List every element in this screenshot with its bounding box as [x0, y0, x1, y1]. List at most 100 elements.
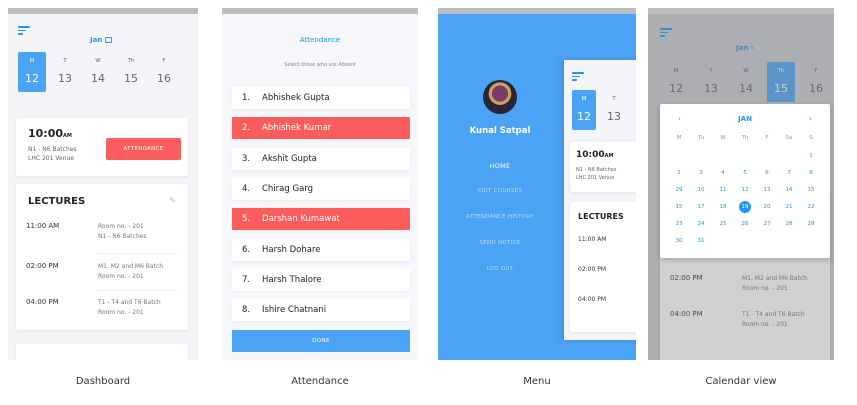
lecture-info-line: M1, M2 and M6 Batch — [98, 263, 164, 270]
student-row[interactable]: 5. Darshan Kumawat — [232, 208, 410, 230]
selected-day-marker: 19 — [739, 201, 751, 213]
menu-item-home[interactable]: HOME — [438, 162, 562, 170]
done-button[interactable]: DONE — [232, 330, 410, 352]
calendar-day[interactable]: 5 — [734, 167, 756, 179]
calendar-day[interactable]: 14 — [778, 184, 800, 196]
calendar-day[interactable]: 11 — [712, 184, 734, 196]
caption-calendar: Calendar view — [705, 376, 777, 387]
calendar-day[interactable]: 20 — [756, 201, 778, 213]
user-name: Kunal Satpal — [469, 126, 531, 136]
calendar-day[interactable]: 17 — [690, 201, 712, 213]
calendar-day[interactable]: 27 — [756, 218, 778, 230]
calendar-day[interactable]: 28 — [778, 218, 800, 230]
lecture-info: Room no. - 201 N1 - N6 Batches — [98, 222, 147, 242]
calendar-week-row: 15 17 18 19 20 21 22 — [668, 201, 822, 213]
lecture-info-line: Room no. - 201 — [98, 273, 144, 280]
calendar-day[interactable]: 31 — [690, 235, 712, 247]
day-number: 12 — [25, 72, 39, 85]
edit-icon[interactable]: ✎ — [169, 196, 176, 205]
calendar-day[interactable]: 7 — [778, 167, 800, 179]
menu-item-attendance-history[interactable]: ATTENDANCE HISTORY — [438, 214, 562, 220]
day-number: 13 — [58, 72, 72, 85]
student-row[interactable]: 6. Harsh Dohare — [232, 239, 410, 261]
day-item[interactable]: F 16 — [150, 52, 178, 92]
calendar-day[interactable]: 1 — [800, 150, 822, 162]
next-month-icon[interactable]: › — [809, 115, 812, 123]
student-row[interactable]: 2. Abhishek Kumar — [232, 117, 410, 139]
lecture-info: M1, M2 and M6 Batch Room no. - 201 — [98, 262, 163, 282]
day-name: M — [581, 96, 587, 102]
attendance-button[interactable]: ATTENDANCE — [106, 138, 181, 160]
day-item[interactable]: W 14 — [84, 52, 112, 92]
day-name: Th — [127, 58, 135, 64]
calendar-day[interactable]: 22 — [800, 201, 822, 213]
day-name: M — [29, 58, 35, 64]
calendar-day[interactable]: 26 — [734, 218, 756, 230]
weekday-header: M Tu W Th F Sa S — [668, 132, 822, 144]
student-name: Chirag Garg — [262, 184, 314, 194]
menu-icon[interactable] — [18, 26, 30, 35]
calendar-day — [778, 150, 800, 162]
student-number: 6. — [242, 245, 251, 255]
dashboard-peek[interactable]: M 12 T 13 10:00AM N1 - N6 Batches LHC 201 V… — [564, 60, 636, 340]
student-name: Harsh Thalore — [262, 275, 322, 285]
lecture-time: 02:00 PM — [578, 266, 606, 273]
weekday-label: Tu — [697, 135, 704, 141]
calendar-day — [734, 235, 756, 247]
calendar-day — [756, 235, 778, 247]
calendar-day[interactable]: 30 — [668, 235, 690, 247]
calendar-week-row: 23 24 25 26 27 28 29 — [668, 218, 822, 230]
menu-icon[interactable] — [572, 72, 584, 81]
extra-card — [16, 344, 188, 360]
menu-item-send-notice[interactable]: SEND NOTICE — [438, 240, 562, 246]
weekday-label: Th — [741, 135, 749, 141]
student-number: 7. — [242, 275, 251, 285]
calendar-day[interactable]: 8 — [800, 167, 822, 179]
day-item[interactable]: Th 15 — [117, 52, 145, 92]
student-row[interactable]: 1. Abhishek Gupta — [232, 87, 410, 109]
student-row[interactable]: 3. Akshit Gupta — [232, 148, 410, 170]
calendar-day[interactable]: 4 — [712, 167, 734, 179]
student-row[interactable]: 4. Chirag Garg — [232, 178, 410, 200]
student-row[interactable]: 7. Harsh Thalore — [232, 269, 410, 291]
month-label: Jan — [90, 36, 103, 44]
day-item[interactable]: M 12 — [18, 52, 46, 92]
calendar-day[interactable]: 13 — [756, 184, 778, 196]
weekday-label: S — [809, 135, 813, 141]
calendar-day[interactable]: 29 — [668, 184, 690, 196]
calendar-day[interactable]: 6 — [756, 167, 778, 179]
student-number: 2. — [242, 123, 251, 133]
calendar-day[interactable]: 24 — [690, 218, 712, 230]
lecture-info-line: Room no. - 201 — [98, 223, 144, 230]
calendar-icon[interactable] — [105, 37, 113, 43]
student-row[interactable]: 8. Ishire Chatnani — [232, 299, 410, 321]
calendar-day[interactable]: 18 — [712, 201, 734, 213]
calendar-day[interactable]: 15 — [668, 201, 690, 213]
calendar-day[interactable]: 19 — [734, 201, 756, 213]
calendar-day[interactable]: 12 — [734, 184, 756, 196]
student-number: 3. — [242, 154, 251, 164]
lecture-time: 04:00 PM — [26, 298, 59, 306]
calendar-day[interactable]: 29 — [800, 218, 822, 230]
day-item[interactable]: M 12 — [572, 90, 596, 130]
caption-attendance: Attendance — [291, 376, 349, 387]
time-value: 10:00 — [576, 150, 605, 160]
calendar-day[interactable]: 23 — [668, 218, 690, 230]
calendar-day[interactable]: 21 — [778, 201, 800, 213]
month-selector[interactable]: Jan — [90, 36, 113, 44]
calendar-day[interactable]: 2 — [668, 167, 690, 179]
lecture-time: 04:00 PM — [578, 296, 606, 303]
lecture-time: 02:00 PM — [26, 262, 59, 270]
calendar-day[interactable]: 10 — [690, 184, 712, 196]
calendar-day[interactable]: 3 — [690, 167, 712, 179]
calendar-day[interactable]: 25 — [712, 218, 734, 230]
menu-item-edit-courses[interactable]: EDIT COURSES — [438, 188, 562, 194]
calendar-day[interactable]: 15 — [800, 184, 822, 196]
menu-item-log-out[interactable]: LOG OUT — [438, 266, 562, 272]
day-number: 13 — [607, 110, 621, 123]
student-name: Darshan Kumawat — [262, 214, 340, 224]
venue-label: LHC 201 Venue — [576, 175, 615, 181]
day-item[interactable]: T 13 — [602, 90, 626, 130]
batches-label: N1 - N6 Batches — [28, 146, 77, 153]
day-item[interactable]: T 13 — [51, 52, 79, 92]
